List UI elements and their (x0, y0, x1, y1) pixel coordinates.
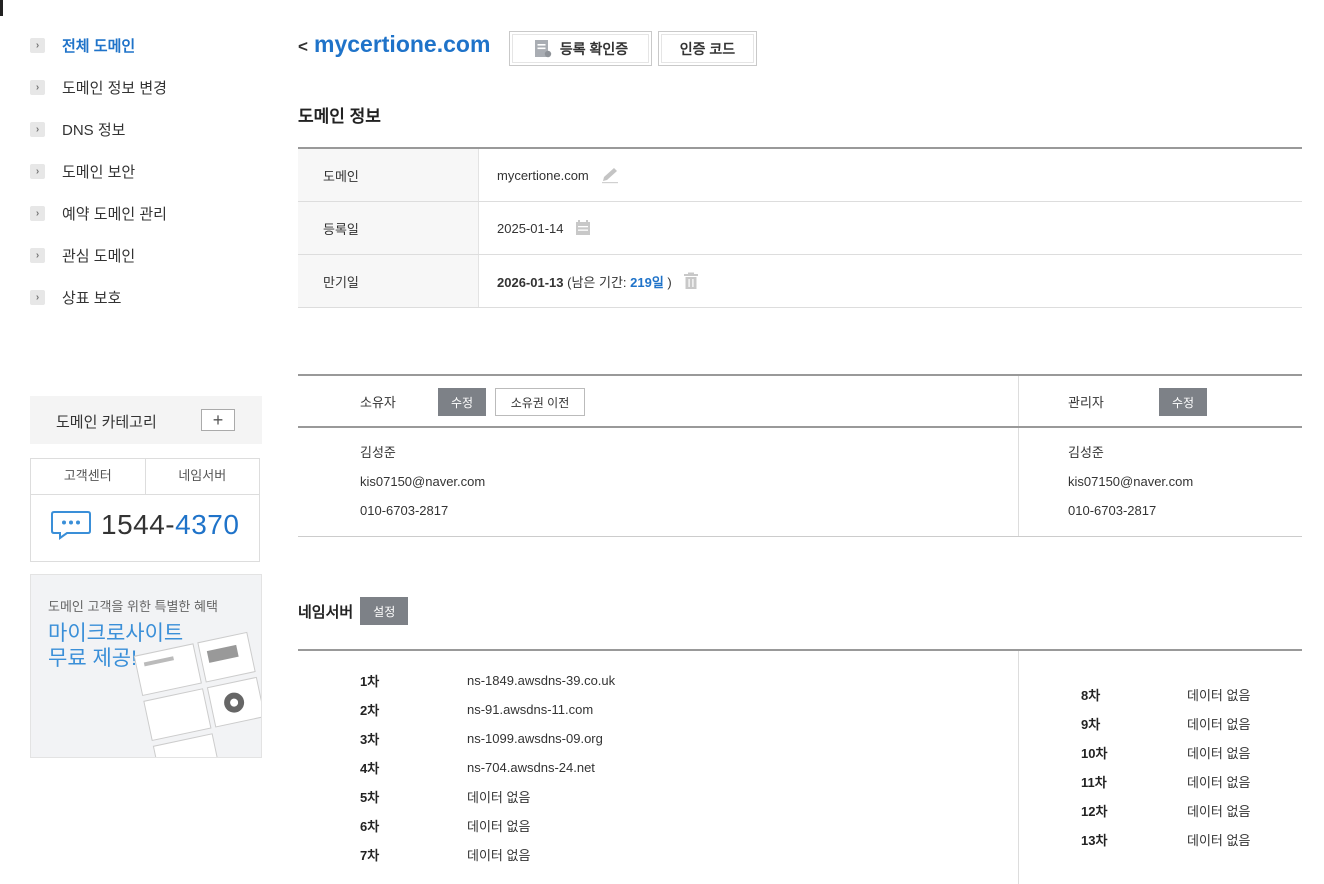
support-phone-number: 1544-4370 (101, 509, 240, 540)
auth-code-label: 인증 코드 (679, 40, 736, 57)
owner-edit-button[interactable]: 수정 (438, 388, 486, 416)
trash-icon[interactable] (682, 272, 700, 290)
owner-label: 소유자 (360, 395, 396, 410)
support-box: 고객센터 네임서버 1544-4370 (30, 458, 260, 562)
registration-certificate-button[interactable]: 등록 확인증 (509, 31, 652, 66)
auth-code-button[interactable]: 인증 코드 (658, 31, 757, 66)
list-item: 8차 데이터 없음 (1081, 688, 1251, 703)
sidebar-item-watched-domains[interactable]: › 관심 도메인 (30, 233, 270, 278)
info-key: 도메인 (298, 149, 479, 201)
list-item: 3차 ns-1099.awsdns-09.org (360, 731, 603, 747)
domain-value: mycertione.com (497, 167, 589, 183)
window-edge (0, 0, 3, 16)
table-row: 도메인 mycertione.com (298, 149, 1302, 202)
domain-category-label: 도메인 카테고리 (56, 414, 157, 431)
calendar-icon (575, 220, 590, 235)
pencil-icon[interactable] (599, 166, 621, 184)
info-key: 만기일 (298, 255, 479, 307)
owner-phone: 010-6703-2817 (360, 503, 449, 518)
sidebar-item-dns-info[interactable]: › DNS 정보 (30, 107, 270, 152)
sidebar-item-label: DNS 정보 (62, 122, 126, 139)
tab-customer-center[interactable]: 고객센터 (31, 459, 146, 494)
sidebar-item-label: 관심 도메인 (62, 248, 136, 265)
back-button[interactable]: < (298, 37, 308, 57)
tab-nameserver[interactable]: 네임서버 (146, 459, 260, 494)
admin-label: 관리자 (1068, 395, 1104, 410)
sidebar-item-trademark[interactable]: › 상표 보호 (30, 275, 270, 320)
list-item: 11차 데이터 없음 (1081, 775, 1251, 790)
certificate-icon (534, 39, 552, 57)
nameserver-title: 네임서버 (298, 603, 354, 621)
list-item: 10차 데이터 없음 (1081, 746, 1251, 761)
chevron-right-icon: › (30, 248, 45, 263)
admin-edit-button[interactable]: 수정 (1159, 388, 1207, 416)
divider (1018, 376, 1019, 536)
sidebar-item-domain-info-change[interactable]: › 도메인 정보 변경 (30, 65, 270, 110)
table-row: 만기일 2026-01-13 (남은 기간: 219일 ) (298, 255, 1302, 308)
chevron-right-icon: › (30, 80, 45, 95)
list-item: 13차 데이터 없음 (1081, 833, 1251, 848)
list-item: 2차 ns-91.awsdns-11.com (360, 702, 594, 718)
owner-contact: 김성준 kis07150@naver.com 010-6703-2817 (360, 438, 485, 525)
list-item: 7차 데이터 없음 (360, 848, 531, 863)
sidebar-item-label: 도메인 보안 (62, 164, 136, 181)
admin-name: 김성준 (1068, 445, 1104, 460)
promo-illustration (133, 631, 261, 757)
sidebar-item-reserved-domains[interactable]: › 예약 도메인 관리 (30, 191, 270, 236)
list-item: 12차 데이터 없음 (1081, 804, 1251, 819)
remaining-days: 219일 (630, 274, 664, 290)
owner-name: 김성준 (360, 445, 396, 460)
table-row: 등록일 2025-01-14 (298, 202, 1302, 255)
sidebar-item-label: 예약 도메인 관리 (62, 206, 167, 223)
sidebar-item-label: 도메인 정보 변경 (62, 80, 167, 97)
nameserver-setup-button[interactable]: 설정 (360, 597, 409, 625)
chevron-right-icon: › (30, 122, 45, 137)
ownership-transfer-button[interactable]: 소유권 이전 (495, 388, 585, 416)
promo-banner[interactable]: 도메인 고객을 위한 특별한 혜택 마이크로사이트 무료 제공! (30, 574, 262, 758)
sidebar-item-label: 상표 보호 (62, 290, 122, 307)
sidebar-item-domain-security[interactable]: › 도메인 보안 (30, 149, 270, 194)
page-title: mycertione.com (314, 31, 491, 57)
nameserver-header: 네임서버 설정 (298, 597, 409, 625)
chat-icon (51, 511, 91, 540)
registered-date: 2025-01-14 (497, 220, 564, 236)
sidebar-item-all-domains[interactable]: › 전체 도메인 (30, 23, 270, 68)
admin-phone: 010-6703-2817 (1068, 503, 1157, 518)
list-item: 9차 데이터 없음 (1081, 717, 1251, 732)
admin-email: kis07150@naver.com (1068, 474, 1194, 489)
domain-info-table: 도메인 mycertione.com 등록일 2025-01-14 만기일 20… (298, 147, 1302, 308)
chevron-right-icon: › (30, 290, 45, 305)
divider (1018, 651, 1019, 884)
nameserver-list-right: 8차 데이터 없음 9차 데이터 없음 10차 데이터 없음 11차 데이터 없음 12… (1081, 680, 1250, 854)
add-category-button[interactable]: + (201, 409, 235, 431)
list-item: 6차 데이터 없음 (360, 819, 531, 834)
chevron-right-icon: › (30, 206, 45, 221)
domain-category-box: 도메인 카테고리 + (30, 396, 262, 444)
expiry-info: 2026-01-13 (남은 기간: 219일 ) (497, 274, 672, 290)
info-key: 등록일 (298, 202, 479, 254)
nameserver-table: 1차 ns-1849.awsdns-39.co.uk 2차 ns-91.awsdns… (298, 649, 1302, 884)
chevron-right-icon: › (30, 38, 45, 53)
support-phone: 1544-4370 (51, 509, 239, 541)
list-item: 1차 ns-1849.awsdns-39.co.uk (360, 673, 616, 689)
contact-table: 소유자 수정 소유권 이전 김성준 kis07150@naver.com 010… (298, 374, 1302, 537)
sidebar-item-label: 전체 도메인 (62, 38, 136, 55)
promo-subtitle: 도메인 고객을 위한 특별한 혜택 (48, 599, 218, 614)
owner-email: kis07150@naver.com (360, 474, 486, 489)
list-item: 4차 ns-704.awsdns-24.net (360, 760, 595, 776)
admin-contact: 김성준 kis07150@naver.com 010-6703-2817 (1068, 438, 1193, 525)
registration-certificate-label: 등록 확인증 (559, 40, 629, 57)
chevron-right-icon: › (30, 164, 45, 179)
nameserver-list-left: 1차 ns-1849.awsdns-39.co.uk 2차 ns-91.awsdns… (360, 666, 615, 869)
sidebar-nav: › 전체 도메인 › 도메인 정보 변경 › DNS 정보 › 도메인 보안 › 예약 도… (30, 26, 270, 320)
list-item: 5차 데이터 없음 (360, 790, 531, 805)
divider (298, 426, 1302, 428)
domain-info-title: 도메인 정보 (298, 107, 381, 126)
